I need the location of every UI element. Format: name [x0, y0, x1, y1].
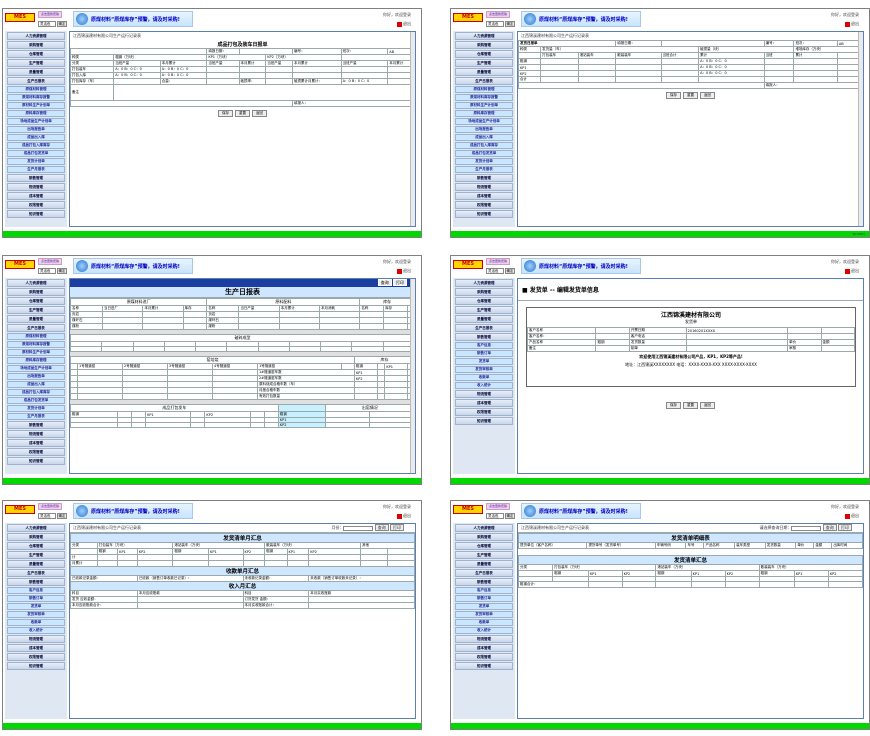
query-bar: 查询 打印	[70, 279, 415, 287]
page-title: 成品打包及装车日报单	[217, 42, 268, 48]
main-panel: 江西锦溪建材有限公司生产运行记录表 成品打包及装车日报单 填报日期： 编号： 班次：…	[69, 31, 416, 227]
globe-icon	[76, 505, 88, 517]
screenshot-4: MES 点击更换皮肤 灵活色 确定 原煤材料“原煤库存”预警，请及时采购! 你好…	[450, 255, 870, 485]
invoice-form: 江西锦溪建材有限公司 发货单 客户名称 开票日期 20160201XXXX 客户名称…	[526, 307, 856, 387]
logo: MES	[5, 13, 35, 22]
submenu-item[interactable]: 成品打包入库库存	[7, 142, 65, 149]
sidebar-item[interactable]: 销售管理	[7, 174, 65, 182]
submenu-item[interactable]: 出场报告单	[7, 126, 65, 133]
sidebar-item[interactable]: 知识管理	[7, 210, 65, 218]
main-panel: 江西锦溪建材有限公司生产运行记录表 发货日报单 填报日期： 编号： 班次： AB 种类发…	[517, 31, 864, 227]
save-button[interactable]: 保存	[218, 110, 233, 117]
sidebar: 人力资源管理 采购管理 仓库管理 生产管理 质量管理 生产日报表 销售管理 客户信息销…	[453, 523, 515, 719]
exit-icon	[845, 21, 850, 27]
reset-button[interactable]: 重置	[683, 92, 698, 99]
scrollbar[interactable]	[410, 32, 415, 226]
skin-tag[interactable]: 点击更换皮肤	[38, 11, 62, 18]
sidebar-item[interactable]: 仓库管理	[7, 50, 65, 58]
submenu-item[interactable]: 成品出入库	[7, 134, 65, 141]
submenu-item[interactable]: 原煤材料管理	[7, 86, 65, 93]
daily-report-table: 原煤材料进厂 原料配料 库存 名称 当日进厂 本月累计 库存 名称 当日产量 本月累计 本月消耗名…	[70, 298, 415, 330]
sidebar-item[interactable]: 物流管理	[7, 183, 65, 191]
print-button[interactable]: 打印	[393, 279, 407, 286]
exit-button[interactable]: 退出	[845, 21, 859, 27]
reset-button[interactable]: 重置	[235, 110, 250, 117]
exit-button[interactable]: 退出	[845, 513, 859, 519]
truck-icon: ■	[522, 287, 528, 294]
scrollbar[interactable]	[410, 279, 415, 473]
note-textarea[interactable]	[113, 84, 415, 101]
sidebar: 人力资源管理 采购管理 仓库管理 生产管理 质量管理 生产日报表 销售管理 客户信息销…	[453, 278, 515, 474]
main-panel: 查询 打印 生产日报表 原煤材料进厂 原料配料 库存 名称 当日进厂 本月累计 库存 名称当…	[69, 278, 416, 474]
reset-button[interactable]: 重置	[683, 402, 698, 409]
sidebar: 人力资源管理 采购管理 仓库管理 生产管理 质量管理 生产日报表 原煤材料管理 …	[5, 31, 67, 227]
globe-icon	[524, 505, 536, 517]
exit-icon	[845, 513, 850, 519]
sidebar-item[interactable]: 生产日报表	[7, 77, 65, 85]
top-bar: MES 点击更换皮肤 灵活色 确定 原煤材料“原煤库存”预警，请及时采购! 你好…	[3, 9, 421, 31]
submenu-item[interactable]: 原煤材料库存报警	[7, 94, 65, 101]
screenshot-3: MES 点击更换皮肤 灵活色 确定 原煤材料“原煤库存”预警，请及时采购! 你好…	[2, 255, 422, 485]
exit-icon	[397, 21, 402, 27]
screenshot-2: MES 点击更换皮肤 灵活色 确定 原煤材料“原煤库存”预警，请及时采购! 你好…	[450, 8, 870, 238]
sidebar-item[interactable]: 权限管理	[7, 201, 65, 209]
back-button[interactable]: 返回	[252, 110, 267, 117]
exit-button[interactable]: 退出	[845, 268, 859, 274]
sidebar-item[interactable]: 成本管理	[7, 192, 65, 200]
save-button[interactable]: 保存	[666, 92, 681, 99]
delivery-report-table: 发货日报单 填报日期： 编号： 班次： AB 种类 发货量（车） 破损量（块） 堆场库存（万块…	[518, 40, 863, 89]
ok-button[interactable]: 确定	[57, 21, 67, 27]
query-button[interactable]: 查询	[374, 524, 389, 531]
globe-icon	[76, 13, 88, 25]
query-button[interactable]: 查询	[822, 524, 837, 531]
sidebar-item[interactable]: 采购管理	[7, 41, 65, 49]
globe-icon	[76, 260, 88, 272]
status-bar	[3, 231, 421, 237]
screenshot-1: MES 点击更换皮肤 灵活色 确定 原煤材料“原煤库存”预警，请及时采购! 你好…	[2, 8, 422, 238]
submenu-item[interactable]: 发货计划单	[7, 158, 65, 165]
print-button[interactable]: 打印	[838, 524, 852, 531]
sidebar: 人力资源管理 采购管理 仓库管理 生产管理 质量管理 生产日报表 原煤材料管理 原煤材料…	[453, 31, 515, 227]
screenshot-6: MES 点击更换皮肤 灵活色 确定 原煤材料“原煤库存”预警，请及时采购! 你好…	[450, 500, 870, 730]
back-button[interactable]: 返回	[700, 402, 715, 409]
submenu-item[interactable]: 场地成品生产计划单	[7, 118, 65, 125]
sidebar-item[interactable]: 人力资源管理	[7, 32, 65, 40]
scrollbar[interactable]	[858, 32, 863, 226]
page-title: 生产日报表	[70, 287, 415, 298]
main-panel: 江西锦溪建材有限公司生产运行记录表 月份： 查询 打印 发货清单月汇总 分类 打包装…	[69, 523, 416, 719]
print-button[interactable]: 打印	[390, 524, 404, 531]
sidebar: 人力资源管理 采购管理 仓库管理 生产管理 质量管理 生产日报表 原煤材料管理 原煤材料…	[5, 278, 67, 474]
exit-button[interactable]: 退出	[397, 268, 411, 274]
month-input[interactable]	[343, 525, 374, 531]
skin-select[interactable]: 灵活色	[38, 21, 56, 27]
main-panel: ■ 发货单 -- 编辑发货单信息 江西锦溪建材有限公司 发货单 客户名称 开票日期…	[517, 278, 864, 474]
screenshot-5: MES 点击更换皮肤 灵活色 确定 原煤材料“原煤库存”预警，请及时采购! 你好…	[2, 500, 422, 730]
exit-icon	[397, 268, 402, 274]
page-header: ■ 发货单 -- 编辑发货单信息	[518, 279, 863, 301]
submenu-item[interactable]: 原材料生产计划单	[7, 102, 65, 109]
report-table: 填报日期： 编号： 班次： AB 种类 粗钢（万块） KP1（万块） KP2（万块） 分类当…	[70, 48, 415, 107]
globe-icon	[524, 260, 536, 272]
back-button[interactable]: 返回	[700, 92, 715, 99]
exit-button[interactable]: 退出	[397, 21, 411, 27]
submenu-item[interactable]: 成品打包发货单	[7, 150, 65, 157]
sidebar-item[interactable]: 生产管理	[7, 59, 65, 67]
submenu-item[interactable]: 原料库存管理	[7, 110, 65, 117]
main-panel: 江西锦溪建材有限公司生产运行记录表 请选择查询日期： 查询 打印 发货清单明细表 …	[517, 523, 864, 719]
globe-icon	[524, 13, 536, 25]
query-button[interactable]: 查询	[377, 279, 392, 286]
sidebar-item[interactable]: 质量管理	[7, 68, 65, 76]
date-input[interactable]	[791, 525, 822, 531]
exit-icon	[397, 513, 402, 519]
top-bar: MES 点击更换皮肤 灵活色 确定 原煤材料“原煤库存”预警，请及时采购! 你好…	[451, 9, 869, 31]
exit-icon	[845, 268, 850, 274]
save-button[interactable]: 保存	[666, 402, 681, 409]
submenu-item[interactable]: 生产月报表	[7, 166, 65, 173]
exit-button[interactable]: 退出	[397, 513, 411, 519]
sidebar: 人力资源管理 采购管理 仓库管理 生产管理 质量管理 生产日报表 销售管理 客户信息销…	[5, 523, 67, 719]
alert-banner: 原煤材料“原煤库存”预警，请及时采购!	[73, 11, 193, 27]
